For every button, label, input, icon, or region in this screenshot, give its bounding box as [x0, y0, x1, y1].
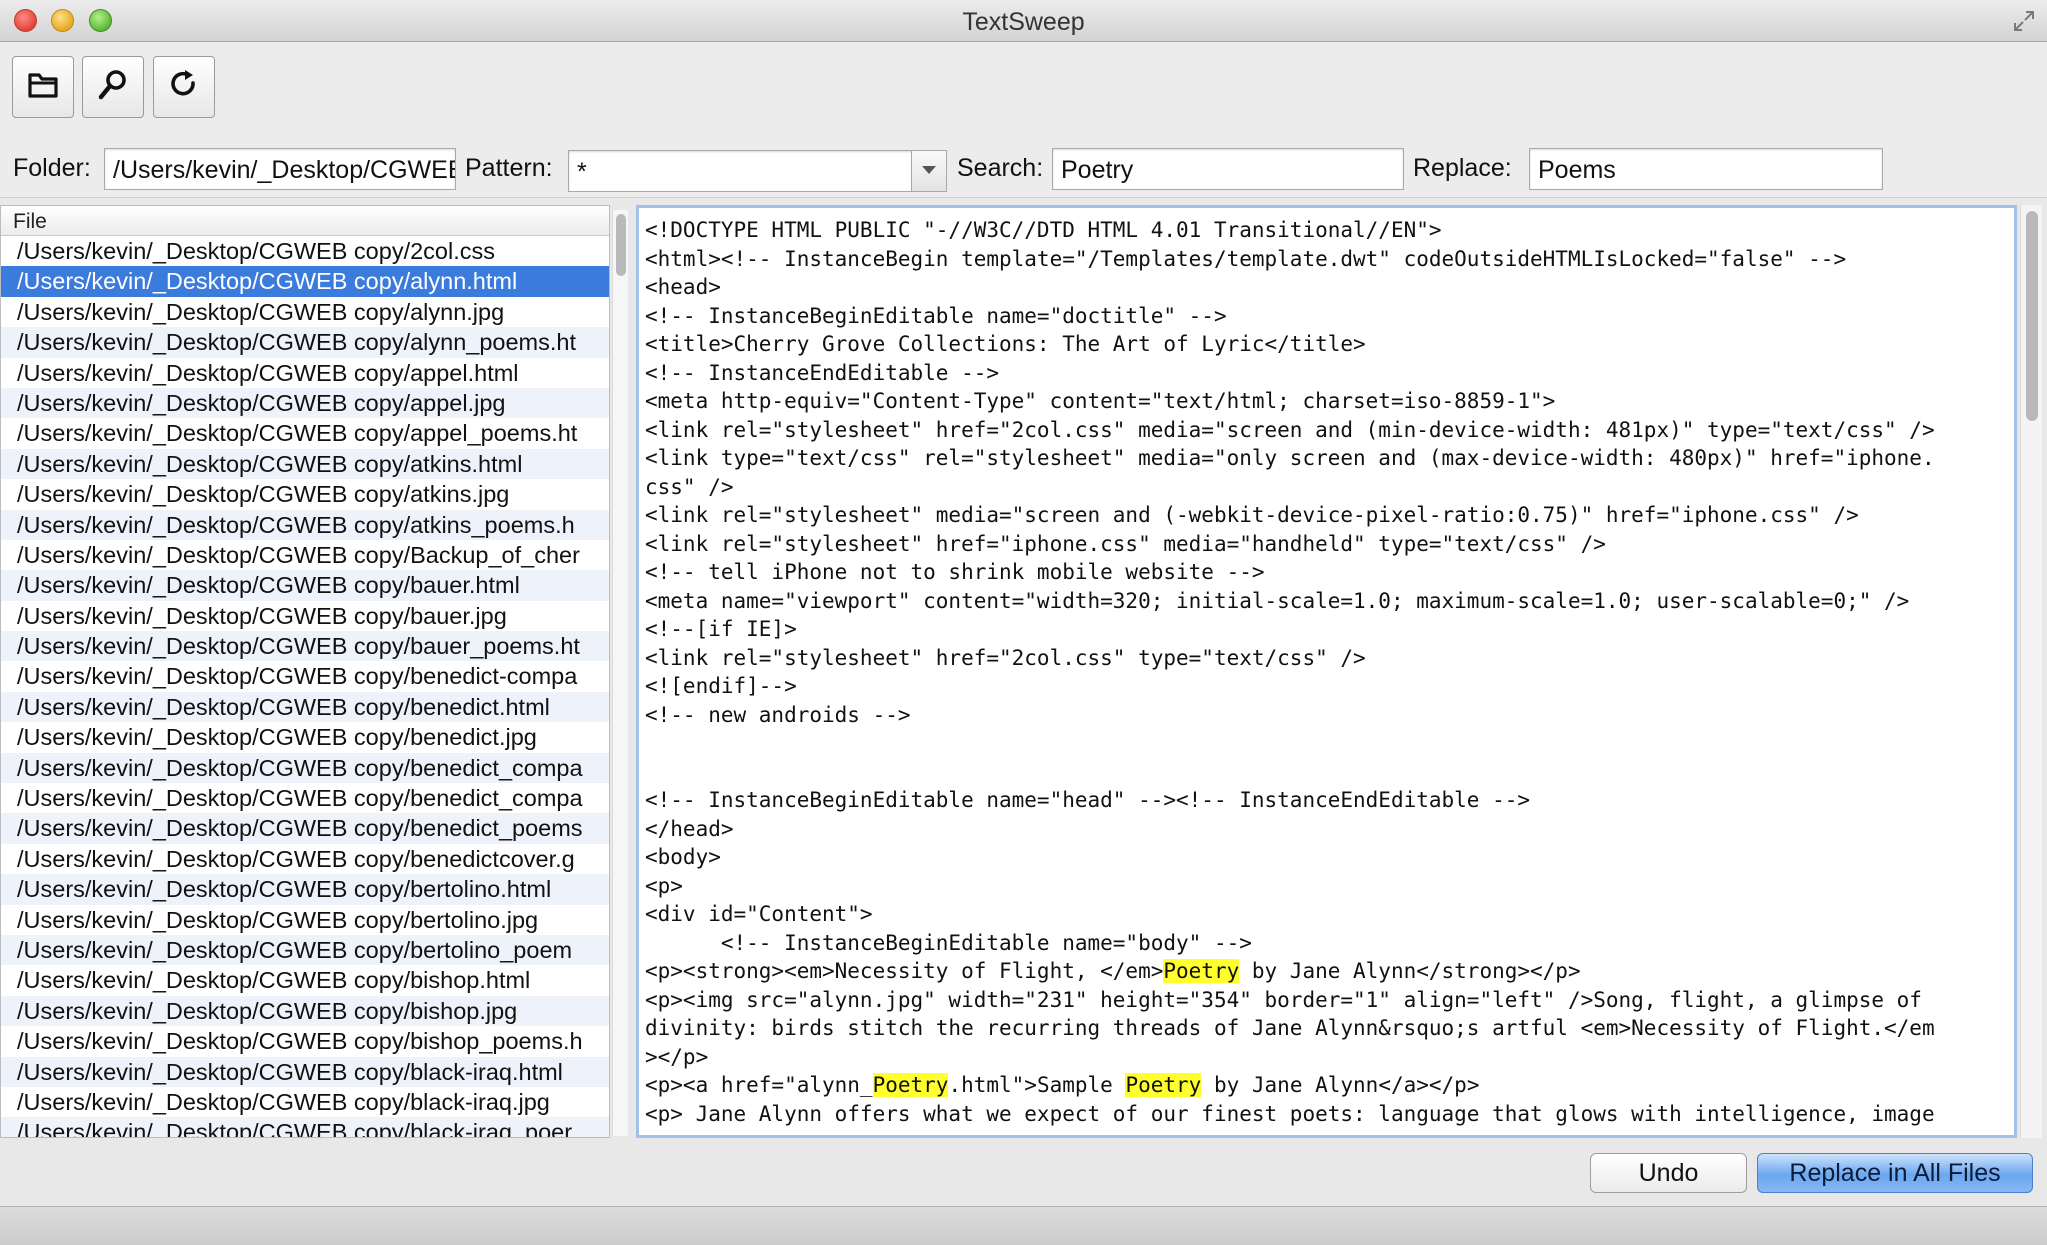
file-list-item[interactable]: /Users/kevin/_Desktop/CGWEB copy/alynn.j…	[1, 297, 609, 327]
code-line: divinity: birds stitch the recurring thr…	[645, 1016, 1935, 1040]
code-line: <meta http-equiv="Content-Type" content=…	[645, 389, 1556, 413]
file-list-item[interactable]: /Users/kevin/_Desktop/CGWEB copy/benedic…	[1, 722, 609, 752]
code-line: <link rel="stylesheet" href="iphone.css"…	[645, 531, 1606, 556]
replace-label: Replace:	[1413, 154, 1512, 182]
code-line: <!DOCTYPE HTML PUBLIC "-//W3C//DTD HTML …	[645, 218, 1442, 242]
file-rows: /Users/kevin/_Desktop/CGWEB copy/2col.cs…	[1, 236, 609, 1137]
file-list-item[interactable]: /Users/kevin/_Desktop/CGWEB copy/black-i…	[1, 1117, 609, 1137]
file-list-item[interactable]: /Users/kevin/_Desktop/CGWEB copy/benedic…	[1, 661, 609, 691]
pattern-label: Pattern:	[465, 154, 553, 182]
search-options-row: Folder: /Users/kevin/_Desktop/CGWEB copy…	[0, 134, 2047, 198]
status-bar	[0, 1206, 2047, 1245]
code-line: <html><!-- InstanceBegin template="/Temp…	[645, 246, 1847, 271]
code-line: <head>	[645, 275, 721, 299]
search-label: Search:	[957, 154, 1044, 182]
open-folder-button[interactable]	[12, 56, 74, 118]
toolbar	[0, 42, 2047, 134]
chevron-down-icon	[921, 162, 937, 180]
fullscreen-icon[interactable]	[2011, 8, 2037, 34]
file-list-item[interactable]: /Users/kevin/_Desktop/CGWEB copy/atkins_…	[1, 509, 609, 540]
file-list-item[interactable]: /Users/kevin/_Desktop/CGWEB copy/black-i…	[1, 1087, 609, 1117]
search-field[interactable]: Poetry	[1052, 148, 1404, 190]
file-column-header[interactable]: File	[1, 206, 609, 236]
file-list-item[interactable]: /Users/kevin/_Desktop/CGWEB copy/atkins.…	[1, 479, 609, 509]
file-list-item[interactable]: /Users/kevin/_Desktop/CGWEB copy/bishop.…	[1, 995, 609, 1027]
code-line: <![endif]-->	[645, 674, 797, 698]
code-line: <p> Jane Alynn offers what we expect of …	[645, 1101, 1935, 1126]
undo-button[interactable]: Undo	[1590, 1153, 1747, 1193]
code-line: <div id="Content">	[645, 902, 873, 926]
file-list-item[interactable]: /Users/kevin/_Desktop/CGWEB copy/benedic…	[1, 783, 609, 813]
pattern-field[interactable]: *	[568, 150, 913, 192]
magnifier-icon	[95, 67, 131, 108]
file-list-item[interactable]: /Users/kevin/_Desktop/CGWEB copy/alynn.h…	[1, 266, 609, 297]
refresh-icon	[166, 67, 202, 108]
code-line: <p>	[645, 873, 683, 898]
file-list-item[interactable]: /Users/kevin/_Desktop/CGWEB copy/benedic…	[1, 844, 609, 874]
code-line: <p><img src="alynn.jpg" width="231" heig…	[645, 987, 1922, 1012]
search-match-highlight: Poetry	[872, 1073, 949, 1097]
code-line: css" />	[645, 474, 734, 499]
file-list-item[interactable]: /Users/kevin/_Desktop/CGWEB copy/appel_p…	[1, 418, 609, 448]
code-line: <!-- InstanceBeginEditable name="body" -…	[645, 930, 1252, 955]
refresh-button[interactable]	[153, 56, 215, 118]
file-list-item[interactable]: /Users/kevin/_Desktop/CGWEB copy/bishop_…	[1, 1026, 609, 1056]
code-line: <!-- InstanceBeginEditable name="head" -…	[645, 788, 1531, 812]
file-list-item[interactable]: /Users/kevin/_Desktop/CGWEB copy/benedic…	[1, 691, 609, 723]
file-list-item[interactable]: /Users/kevin/_Desktop/CGWEB copy/bertoli…	[1, 934, 609, 966]
file-list-item[interactable]: /Users/kevin/_Desktop/CGWEB copy/bauer_p…	[1, 631, 609, 662]
search-button[interactable]	[82, 56, 144, 118]
file-list-item[interactable]: /Users/kevin/_Desktop/CGWEB copy/black-i…	[1, 1056, 609, 1087]
code-line: <link type="text/css" rel="stylesheet" m…	[645, 446, 1935, 470]
file-list-scroll-thumb[interactable]	[616, 214, 626, 276]
editor-scroll-thumb[interactable]	[2026, 211, 2038, 421]
file-preview-editor[interactable]: <!DOCTYPE HTML PUBLIC "-//W3C//DTD HTML …	[636, 205, 2017, 1138]
code-line: <!-- InstanceEndEditable -->	[645, 360, 1000, 385]
file-list-item[interactable]: /Users/kevin/_Desktop/CGWEB copy/benedic…	[1, 813, 609, 844]
file-list-item[interactable]: /Users/kevin/_Desktop/CGWEB copy/bertoli…	[1, 874, 609, 905]
code-line: <!-- new androids -->	[645, 702, 911, 727]
file-list-scrollbar[interactable]	[612, 210, 628, 1136]
file-list-item[interactable]: /Users/kevin/_Desktop/CGWEB copy/atkins.…	[1, 448, 609, 480]
replace-field[interactable]: Poems	[1529, 148, 1883, 190]
code-line: <link rel="stylesheet" href="2col.css" t…	[645, 645, 1366, 670]
folder-icon	[25, 67, 61, 108]
file-list-item[interactable]: /Users/kevin/_Desktop/CGWEB copy/appel.j…	[1, 387, 609, 419]
search-match-highlight: Poetry	[1163, 959, 1240, 983]
window-title: TextSweep	[962, 8, 1085, 36]
code-line: <link rel="stylesheet" media="screen and…	[645, 503, 1859, 527]
file-list-item[interactable]: /Users/kevin/_Desktop/CGWEB copy/alynn_p…	[1, 327, 609, 358]
file-list-item[interactable]: /Users/kevin/_Desktop/CGWEB copy/bauer.h…	[1, 570, 609, 601]
title-bar: TextSweep	[0, 0, 2047, 42]
code-line: <body>	[645, 845, 721, 869]
search-match-highlight: Poetry	[1125, 1073, 1202, 1097]
file-list-item[interactable]: /Users/kevin/_Desktop/CGWEB copy/benedic…	[1, 752, 609, 784]
code-line: <link rel="stylesheet" href="2col.css" m…	[645, 417, 1935, 442]
file-list: File /Users/kevin/_Desktop/CGWEB copy/2c…	[0, 205, 610, 1138]
code-line: ></p>	[645, 1044, 709, 1069]
file-list-item[interactable]: /Users/kevin/_Desktop/CGWEB copy/bertoli…	[1, 905, 609, 935]
pattern-dropdown-button[interactable]	[911, 150, 947, 192]
code-line: <title>Cherry Grove Collections: The Art…	[645, 332, 1366, 356]
folder-field[interactable]: /Users/kevin/_Desktop/CGWEB copy	[104, 148, 456, 190]
code-line: <!-- InstanceBeginEditable name="doctitl…	[645, 303, 1227, 328]
file-list-item[interactable]: /Users/kevin/_Desktop/CGWEB copy/appel.h…	[1, 358, 609, 388]
replace-in-all-files-button[interactable]: Replace in All Files	[1757, 1153, 2033, 1193]
file-list-item[interactable]: /Users/kevin/_Desktop/CGWEB copy/bauer.j…	[1, 601, 609, 631]
file-list-item[interactable]: /Users/kevin/_Desktop/CGWEB copy/Backup_…	[1, 540, 609, 570]
code-text: <!DOCTYPE HTML PUBLIC "-//W3C//DTD HTML …	[645, 216, 2014, 1128]
code-line: <p><strong><em>Necessity of Flight, </em…	[645, 959, 1581, 983]
code-line: <!-- tell iPhone not to shrink mobile we…	[645, 560, 1265, 584]
code-line: <p><a href="alynn_Poetry.html">Sample Po…	[645, 1073, 1480, 1097]
code-line: <meta name="viewport" content="width=320…	[645, 588, 1910, 613]
file-list-item[interactable]: /Users/kevin/_Desktop/CGWEB copy/bishop.…	[1, 965, 609, 995]
folder-label: Folder:	[13, 154, 91, 182]
code-line: </head>	[645, 816, 734, 841]
file-list-item[interactable]: /Users/kevin/_Desktop/CGWEB copy/2col.cs…	[1, 236, 609, 266]
code-line: <!--[if IE]>	[645, 617, 797, 641]
editor-scrollbar[interactable]	[2020, 205, 2042, 1138]
